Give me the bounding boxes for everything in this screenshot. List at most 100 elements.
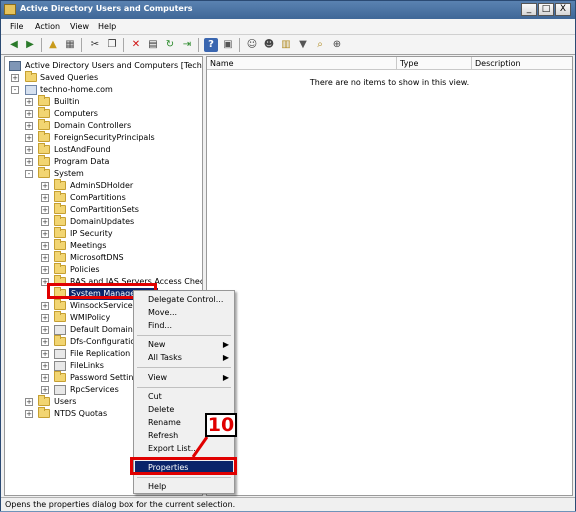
expand-icon[interactable]: + [41,374,49,382]
expand-icon[interactable]: + [41,242,49,250]
expand-icon[interactable]: + [11,74,19,82]
add-ou-icon[interactable]: ▥ [279,38,293,52]
expand-icon[interactable]: + [41,194,49,202]
expand-icon[interactable]: + [41,338,49,346]
annotation-box-properties [130,457,237,475]
menu-item-export-list[interactable]: Export List... [135,442,233,455]
submenu-arrow-icon: ▶ [222,353,229,362]
step-callout: 10 [205,413,237,437]
column-header-type[interactable]: Type [397,57,472,70]
console-tree-icon[interactable]: ▣ [221,38,235,52]
maximize-button[interactable]: □ [538,3,554,16]
collapse-icon[interactable]: - [11,86,19,94]
menu-item-move[interactable]: Move... [135,306,233,319]
copy-icon[interactable]: ❐ [105,38,119,52]
status-bar: Opens the properties dialog box for the … [1,497,575,511]
title-bar: Active Directory Users and Computers _ □… [1,1,575,19]
menu-file[interactable]: File [10,22,23,31]
expand-icon[interactable]: + [25,122,33,130]
folder-icon [38,143,50,154]
column-header-description[interactable]: Description [472,57,572,70]
submenu-arrow-icon: ▶ [222,340,229,349]
folder-icon [54,203,66,214]
toolbar-separator [239,38,240,52]
toolbar-separator [198,38,199,52]
folder-icon [38,407,50,418]
expand-icon[interactable]: + [25,134,33,142]
folder-icon [54,311,66,322]
domain-icon [25,85,37,95]
expand-icon[interactable]: + [41,206,49,214]
tree-label: Builtin [54,97,80,106]
expand-icon[interactable]: + [41,314,49,322]
tree-label: NTDS Quotas [54,409,108,418]
window-title: Active Directory Users and Computers [20,4,193,13]
expand-icon[interactable]: + [41,386,49,394]
folder-icon [54,335,66,346]
minimize-button[interactable]: _ [521,3,537,16]
expand-icon[interactable]: + [41,326,49,334]
folder-icon [38,119,50,130]
add-to-group-icon[interactable]: ⊕ [330,38,344,52]
tree-label: AdminSDHolder [70,181,134,190]
expand-icon[interactable]: + [25,98,33,106]
delete-icon[interactable]: ✕ [129,38,143,52]
menu-item-help[interactable]: Help [135,480,233,493]
menu-help[interactable]: Help [98,22,116,31]
toolbar: ◀ ▶ ▲ ▦ ✂ ❐ ✕ ▤ ↻ ⇥ ? ▣ ☺ ☻ ▥ ▼ ⌕ ⊕ [1,35,575,55]
expand-icon[interactable]: + [41,218,49,226]
export-list-icon[interactable]: ⇥ [180,38,194,52]
add-user-icon[interactable]: ☺ [245,38,259,52]
expand-icon[interactable]: + [41,182,49,190]
menu-item-all-tasks[interactable]: All Tasks ▶ [135,351,233,364]
expand-icon[interactable]: + [41,302,49,310]
tree-label: MicrosoftDNS [70,253,124,262]
expand-icon[interactable]: + [41,266,49,274]
expand-icon[interactable]: + [25,110,33,118]
column-header-name[interactable]: Name [207,57,397,70]
expand-icon[interactable]: + [41,230,49,238]
menu-item-delegate-control[interactable]: Delegate Control... [135,293,233,306]
show-tree-icon[interactable]: ▦ [63,38,77,52]
toolbar-separator [81,38,82,52]
menu-bar: File Action View Help [1,19,575,35]
refresh-icon[interactable]: ↻ [163,38,177,52]
filter-icon[interactable]: ▼ [296,38,310,52]
folder-icon [38,107,50,118]
expand-icon[interactable]: + [25,158,33,166]
submenu-arrow-icon: ▶ [222,373,229,382]
close-button[interactable]: X [555,3,571,16]
tree-label: RpcServices [70,385,119,394]
expand-icon[interactable]: + [25,398,33,406]
folder-icon [54,179,66,190]
menu-item-new[interactable]: New ▶ [135,338,233,351]
properties-icon[interactable]: ▤ [146,38,160,52]
menu-separator [137,335,231,336]
menu-item-find[interactable]: Find... [135,319,233,332]
collapse-icon[interactable]: - [25,170,33,178]
help-icon[interactable]: ? [204,38,218,52]
tree-label: Password Settings [70,373,143,382]
forward-arrow-icon[interactable]: ▶ [23,38,37,52]
menu-item-view[interactable]: View ▶ [135,371,233,384]
expand-icon[interactable]: + [41,350,49,358]
tree-label: LostAndFound [54,145,111,154]
cut-icon[interactable]: ✂ [88,38,102,52]
snapin-icon [9,61,21,71]
menu-action[interactable]: Action [35,22,60,31]
folder-icon [38,155,50,166]
details-pane[interactable]: Name Type Description There are no items… [206,56,573,496]
folder-icon [54,215,66,226]
up-folder-icon[interactable]: ▲ [46,38,60,52]
expand-icon[interactable]: + [25,410,33,418]
object-icon [54,349,66,359]
menu-view[interactable]: View [70,22,89,31]
add-group-icon[interactable]: ☻ [262,38,276,52]
expand-icon[interactable]: + [41,362,49,370]
find-icon[interactable]: ⌕ [313,38,327,52]
app-icon [4,4,16,15]
expand-icon[interactable]: + [41,254,49,262]
back-arrow-icon[interactable]: ◀ [7,38,21,52]
menu-item-cut[interactable]: Cut [135,390,233,403]
expand-icon[interactable]: + [25,146,33,154]
